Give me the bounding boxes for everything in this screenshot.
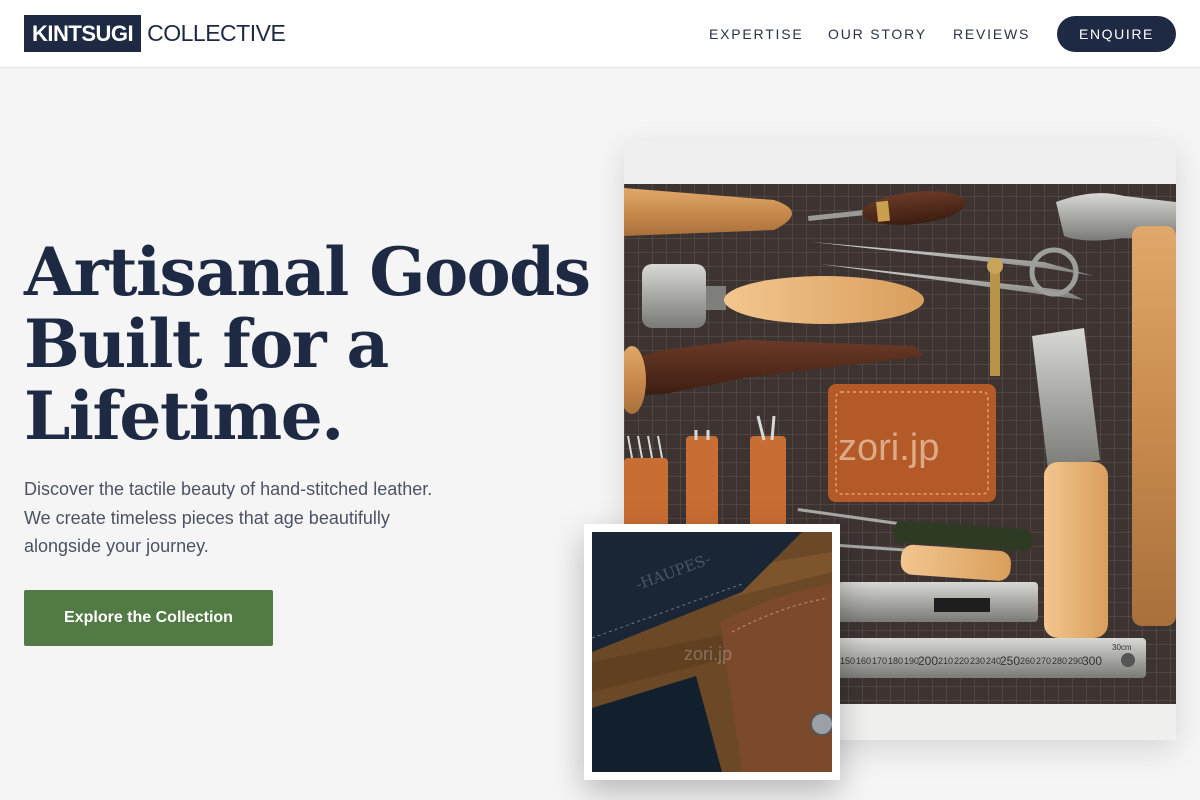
logo[interactable]: KINTSUGI COLLECTIVE — [24, 15, 286, 52]
nav-reviews[interactable]: REVIEWS — [953, 26, 1030, 42]
ruler-label: 170 — [872, 656, 887, 666]
main-watermark: zori.jp — [838, 427, 939, 469]
site-header: KINTSUGI COLLECTIVE EXPERTISE OUR STORY … — [0, 0, 1200, 68]
logo-text: COLLECTIVE — [147, 20, 286, 46]
description-line: alongside your journey. — [24, 536, 209, 556]
description-line: Discover the tactile beauty of hand-stit… — [24, 479, 433, 499]
description-line: We create timeless pieces that age beaut… — [24, 507, 390, 528]
hero-headline: Artisanal Goods Built for a Lifetime. — [24, 233, 591, 455]
ruler-label: 270 — [1036, 656, 1051, 666]
ruler-label: 260 — [1020, 656, 1035, 666]
inset-watermark: zori.jp — [684, 644, 732, 664]
headline-line: Lifetime. — [24, 377, 344, 455]
nav-expertise[interactable]: EXPERTISE — [709, 26, 804, 42]
ruler-label: 280 — [1052, 656, 1067, 666]
ruler-label: 150 — [840, 656, 855, 666]
ruler-label: 190 — [904, 656, 919, 666]
ruler-label: 240 — [986, 656, 1001, 666]
ruler-label: 200 — [918, 654, 938, 668]
logo-box: KINTSUGI — [24, 15, 142, 52]
ruler-label: 180 — [888, 656, 903, 666]
ruler-label: 210 — [938, 656, 953, 666]
ruler-end-label: 30cm — [1112, 643, 1132, 652]
enquire-button[interactable]: ENQUIRE — [1057, 16, 1176, 52]
ruler-label: 300 — [1082, 654, 1102, 668]
nav-our-story[interactable]: OUR STORY — [828, 26, 927, 42]
ruler-label: 250 — [1000, 654, 1020, 668]
hero-description: Discover the tactile beauty of hand-stit… — [24, 475, 494, 561]
leather-wallet-photo: -HAUPES- zori.jp — [584, 524, 840, 780]
ruler-label: 160 — [856, 656, 871, 666]
ruler-label: 230 — [970, 656, 985, 666]
explore-collection-button[interactable]: Explore the Collection — [24, 590, 273, 646]
ruler-label: 290 — [1068, 656, 1083, 666]
headline-line: Built for a — [24, 305, 389, 383]
headline-line: Artisanal Goods — [24, 233, 591, 311]
ruler-label: 220 — [954, 656, 969, 666]
